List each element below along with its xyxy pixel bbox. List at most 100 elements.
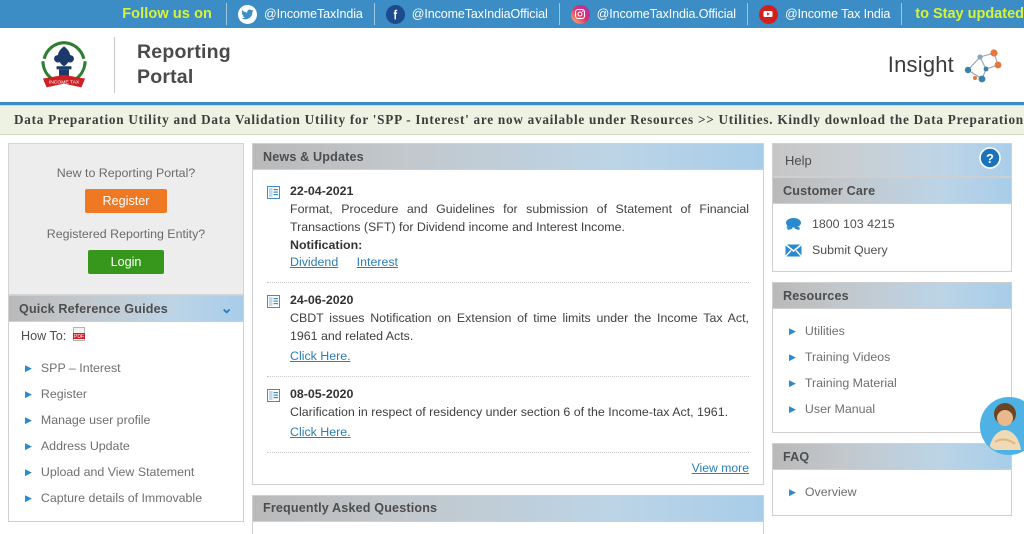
news-item: 22-04-2021 Format, Procedure and Guideli… [267, 174, 749, 283]
news-item-date: 08-05-2020 [290, 386, 354, 401]
social-link-instagram[interactable]: @IncomeTaxIndia.Official [560, 3, 748, 25]
news-item-body: Clarification in respect of residency un… [290, 404, 729, 419]
chevron-down-icon[interactable]: ⌄ [220, 301, 233, 316]
qrg-item-label: Capture details of Immovable [40, 491, 203, 505]
resources-header: Resources [773, 283, 1011, 309]
news-and-updates-card: News & Updates 22-04-2021 Format, Proced… [252, 143, 764, 485]
new-user-prompt: New to Reporting Portal? [56, 166, 196, 180]
arrow-right-icon: ▶ [25, 466, 32, 477]
qrg-item-register[interactable]: ▶ Register [9, 381, 243, 407]
emblem-container: INCOME TAX [18, 34, 110, 96]
customer-care-phone-row[interactable]: 1800 103 4215 [773, 211, 1011, 237]
insight-logo[interactable]: Insight [888, 45, 1006, 85]
view-more-row: View more [253, 453, 763, 484]
news-list: 22-04-2021 Format, Procedure and Guideli… [253, 170, 763, 453]
header-divider [114, 37, 115, 93]
news-item-body: CBDT issues Notification on Extension of… [290, 310, 749, 343]
customer-care-submit-query-label: Submit Query [812, 243, 888, 257]
qrg-item-manage-user-profile[interactable]: ▶ Manage user profile [9, 407, 243, 433]
svg-text:PDF: PDF [74, 334, 84, 340]
resources-item-training-videos[interactable]: ▶ Training Videos [773, 344, 1011, 370]
resources-item-utilities[interactable]: ▶ Utilities [773, 318, 1011, 344]
qrg-item-address-update[interactable]: ▶ Address Update [9, 433, 243, 459]
login-button[interactable]: Login [88, 250, 164, 274]
income-tax-department-emblem: INCOME TAX [41, 41, 87, 88]
news-item-text: 24-06-2020 CBDT issues Notification on E… [290, 293, 749, 365]
resources-item-label: Training Material [804, 376, 897, 390]
arrow-right-icon: ▶ [789, 325, 796, 336]
social-link-youtube[interactable]: @Income Tax India [748, 3, 903, 25]
social-lead-text: Follow us on [122, 6, 212, 22]
qrg-item-spp-interest[interactable]: ▶ SPP – Interest [9, 355, 243, 381]
twitter-icon [238, 4, 257, 24]
social-link-twitter[interactable]: @IncomeTaxIndia [226, 3, 375, 25]
qrg-item-upload-and-view-statement[interactable]: ▶ Upload and View Statement [9, 459, 243, 485]
telephone-icon [785, 217, 802, 231]
news-item: 24-06-2020 CBDT issues Notification on E… [267, 283, 749, 377]
news-item-text: 22-04-2021 Format, Procedure and Guideli… [290, 184, 749, 271]
news-item-text: 08-05-2020 Clarification in respect of r… [290, 387, 749, 441]
howto-label: How To: [21, 328, 67, 343]
news-link-dividend[interactable]: Dividend [290, 255, 338, 269]
pdf-icon[interactable]: PDF [73, 327, 86, 344]
news-document-icon [267, 387, 280, 441]
arrow-right-icon: ▶ [25, 388, 32, 399]
arrow-right-icon: ▶ [789, 351, 796, 362]
qrg-item-capture-details-immovable[interactable]: ▶ Capture details of Immovable [9, 485, 243, 511]
social-link-facebook[interactable]: @IncomeTaxIndiaOfficial [375, 3, 560, 25]
customer-care-phone-number: 1800 103 4215 [812, 217, 895, 231]
quick-reference-guides-header[interactable]: Quick Reference Guides ⌄ [9, 296, 243, 322]
registered-entity-prompt: Registered Reporting Entity? [46, 227, 206, 241]
faq-sidebar-header: FAQ [773, 444, 1011, 470]
news-document-icon [267, 293, 280, 365]
news-link-click-here[interactable]: Click Here. [290, 425, 351, 439]
arrow-right-icon: ▶ [789, 486, 796, 497]
news-item-date: 24-06-2020 [290, 292, 354, 307]
social-handle-youtube: @Income Tax India [784, 7, 891, 21]
view-more-link[interactable]: View more [692, 461, 749, 475]
page-content: New to Reporting Portal? Register Regist… [0, 135, 1024, 534]
news-link-interest[interactable]: Interest [357, 255, 398, 269]
arrow-right-icon: ▶ [789, 377, 796, 388]
avatar [981, 398, 1024, 454]
site-header: INCOME TAX Reporting Portal Insight [0, 28, 1024, 105]
resources-item-user-manual[interactable]: ▶ User Manual [773, 396, 1011, 422]
arrow-right-icon: ▶ [25, 362, 32, 373]
news-item-links: Dividend Interest [290, 253, 749, 271]
resources-title: Resources [783, 288, 849, 303]
resources-list: ▶ Utilities ▶ Training Videos ▶ Training… [773, 309, 1011, 432]
customer-care-submit-query-row[interactable]: Submit Query [773, 237, 1011, 263]
howto-row: How To: PDF [9, 322, 243, 346]
social-follow-bar: Follow us on @IncomeTaxIndia @IncomeTaxI… [0, 0, 1024, 28]
faq-sidebar-list: ▶ Overview [773, 470, 1011, 515]
announcement-text: Data Preparation Utility and Data Valida… [14, 112, 1024, 127]
help-question-icon[interactable]: ? [979, 146, 1001, 174]
resources-item-training-material[interactable]: ▶ Training Material [773, 370, 1011, 396]
help-title: Help [785, 152, 812, 168]
news-item-date: 22-04-2021 [290, 184, 354, 198]
youtube-icon [758, 4, 778, 24]
insight-label: Insight [887, 52, 954, 77]
page-title: Reporting Portal [137, 40, 231, 90]
news-item-label: Notification: [290, 237, 363, 252]
social-tail-text: to Stay updated [915, 6, 1024, 22]
help-card[interactable]: Help ? [772, 143, 1012, 177]
site-title-line1: Reporting [137, 41, 231, 64]
right-sidebar: Help ? Customer Care 1800 103 4215 Submi… [772, 143, 1012, 516]
envelope-icon [785, 243, 802, 257]
faq-card: Frequently Asked Questions Q.2. What is … [252, 494, 764, 534]
news-item-body: Format, Procedure and Guidelines for sub… [290, 202, 749, 234]
facebook-icon [385, 4, 405, 24]
qrg-item-label: Address Update [40, 439, 130, 453]
faq-sidebar-title: FAQ [783, 449, 810, 464]
news-link-click-here[interactable]: Click Here. [290, 349, 351, 363]
customer-care-list: 1800 103 4215 Submit Query [773, 204, 1011, 271]
news-item-links: Click Here. [290, 423, 749, 441]
svg-text:?: ? [986, 151, 994, 166]
register-button[interactable]: Register [84, 189, 168, 213]
arrow-right-icon: ▶ [25, 440, 32, 451]
resources-item-label: Training Videos [804, 350, 891, 364]
quick-reference-guides-card: Quick Reference Guides ⌄ How To: PDF ▶ S… [8, 295, 244, 522]
instagram-icon [570, 4, 590, 24]
faq-item-overview[interactable]: ▶ Overview [773, 479, 1011, 505]
